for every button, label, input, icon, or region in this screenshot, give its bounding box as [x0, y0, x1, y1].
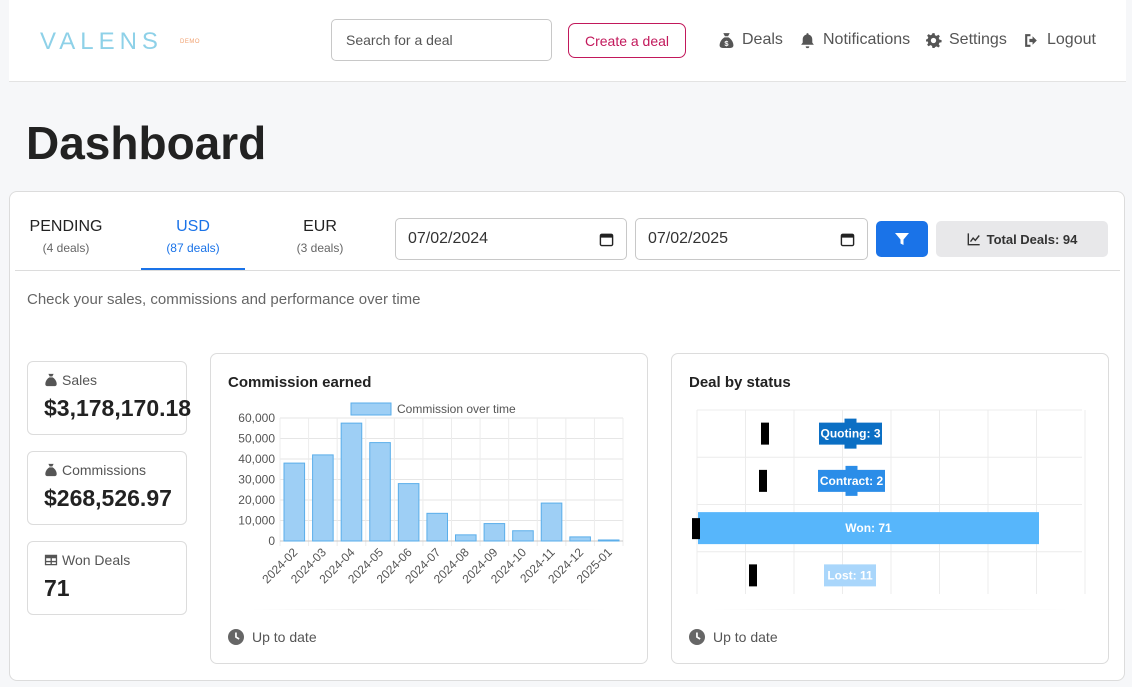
status-bar [759, 469, 767, 492]
dashboard-card: PENDING (4 deals) USD (87 deals) EUR (3 … [9, 191, 1125, 681]
commission-chart-footer: Up to date [228, 629, 317, 645]
logout-icon [1025, 33, 1037, 47]
y-tick-label: 60,000 [238, 411, 275, 425]
commission-bar [426, 512, 448, 542]
create-deal-button[interactable]: Create a deal [568, 23, 686, 58]
commission-bar [597, 539, 620, 542]
status-bar [761, 422, 769, 445]
y-tick-label: 50,000 [238, 432, 275, 446]
commissions-label: Commissions [62, 462, 147, 478]
sales-value: $3,178,170.18 [44, 395, 192, 421]
clock-icon [228, 629, 244, 645]
commission-chart-title: Commission earned [228, 374, 372, 391]
status-bar-label: Lost: 11 [827, 568, 873, 582]
status-bar [749, 564, 757, 587]
tab-usd-label: USD [176, 218, 210, 235]
chart-footer-divider [251, 609, 607, 610]
money-bag-icon: $ [719, 32, 734, 48]
filter-icon [895, 233, 909, 245]
nav-logout[interactable]: Logout [1023, 31, 1096, 49]
total-deals-label: Total Deals: 94 [986, 231, 1078, 247]
table-icon [44, 554, 58, 566]
commission-footer-text: Up to date [252, 629, 317, 645]
gear-icon [926, 32, 942, 48]
commission-bar [283, 462, 306, 542]
apply-filter-button[interactable] [876, 221, 928, 257]
commission-bar [369, 442, 391, 542]
commission-chart-card: Commission earned Commission over time 0 1… [210, 353, 648, 664]
status-bar-label: Quoting: 3 [821, 427, 881, 441]
tab-eur-count: (3 deals) [296, 241, 344, 255]
commission-bar [540, 502, 563, 542]
nav-settings[interactable]: Settings [925, 31, 1007, 49]
nav-notifications-label: Notifications [823, 31, 911, 48]
commission-bar [340, 422, 363, 542]
bell-icon [801, 32, 814, 48]
y-tick-label: 10,000 [238, 514, 275, 528]
nav-notifications[interactable]: Notifications [799, 31, 910, 49]
commission-bar [512, 530, 534, 542]
tab-eur[interactable]: EUR (3 deals) [268, 218, 372, 255]
status-chart-card: Deal by status Quoting: 3 Contract: 2 Won:… [671, 353, 1109, 664]
commission-bar [312, 454, 334, 542]
y-tick-label: 30,000 [238, 473, 275, 487]
date-to-value: 07/02/2025 [648, 230, 729, 247]
tab-pending[interactable]: PENDING (4 deals) [14, 218, 118, 255]
status-chart-title: Deal by status [689, 374, 791, 391]
tab-eur-label: EUR [303, 218, 337, 235]
y-tick-label: 20,000 [238, 493, 275, 507]
app-logo[interactable]: VALENS [40, 28, 163, 56]
commission-bar-chart: Commission over time 0 10,000 20,000 30,000 4… [238, 402, 624, 586]
nav-settings-label: Settings [949, 31, 1007, 48]
nav-deals[interactable]: $ Deals [718, 31, 783, 49]
tabs-divider [15, 270, 1120, 271]
status-bar-label: Contract: 2 [820, 474, 884, 488]
won-deals-label: Won Deals [62, 552, 131, 568]
page-title: Dashboard [26, 117, 267, 169]
commissions-stat-card: Commissions $268,526.97 [27, 451, 187, 525]
search-deal-input[interactable] [331, 19, 552, 61]
date-from-input[interactable]: 07/02/2024 [395, 218, 627, 260]
tab-usd[interactable]: USD (87 deals) [141, 218, 245, 255]
money-bag-icon [45, 373, 57, 387]
nav-deals-label: Deals [742, 31, 783, 48]
nav-logout-label: Logout [1047, 31, 1096, 48]
legend-label: Commission over time [397, 402, 516, 416]
chart-footer-divider [712, 609, 1068, 610]
tab-pending-label: PENDING [29, 218, 103, 235]
commission-bar [397, 483, 420, 542]
status-footer-text: Up to date [713, 629, 778, 645]
clock-icon [689, 629, 705, 645]
commission-bar [455, 534, 477, 542]
total-deals-button[interactable]: Total Deals: 94 [936, 221, 1108, 257]
calendar-icon[interactable] [840, 232, 855, 247]
money-bag-icon [45, 463, 57, 477]
commission-bar [483, 523, 506, 542]
top-navbar: VALENS DEMO Create a deal $ Deals Notifi… [9, 0, 1126, 82]
date-to-input[interactable]: 07/02/2025 [635, 218, 868, 260]
sales-stat-card: Sales $3,178,170.18 [27, 361, 192, 435]
status-bar-marker [692, 518, 700, 540]
status-chart-footer: Up to date [689, 629, 778, 645]
date-from-value: 07/02/2024 [408, 230, 489, 247]
tab-pending-count: (4 deals) [42, 241, 90, 255]
line-chart-icon [967, 233, 980, 246]
commission-bar [569, 536, 591, 542]
y-tick-label: 0 [268, 534, 275, 548]
legend-swatch [350, 402, 392, 416]
won-deals-stat-card: Won Deals 71 [27, 541, 187, 615]
commissions-value: $268,526.97 [44, 485, 172, 511]
status-bar-chart: Quoting: 3 Contract: 2 Won: 71 Lost: 11 [692, 409, 1086, 594]
won-deals-value: 71 [44, 575, 70, 601]
logo-demo-badge: DEMO [180, 39, 200, 45]
tab-usd-count: (87 deals) [166, 241, 220, 255]
calendar-icon[interactable] [599, 232, 614, 247]
y-tick-label: 40,000 [238, 452, 275, 466]
status-bar-label: Won: 71 [845, 521, 892, 535]
dashboard-subtitle: Check your sales, commissions and perfor… [27, 291, 421, 308]
sales-label: Sales [62, 372, 98, 388]
